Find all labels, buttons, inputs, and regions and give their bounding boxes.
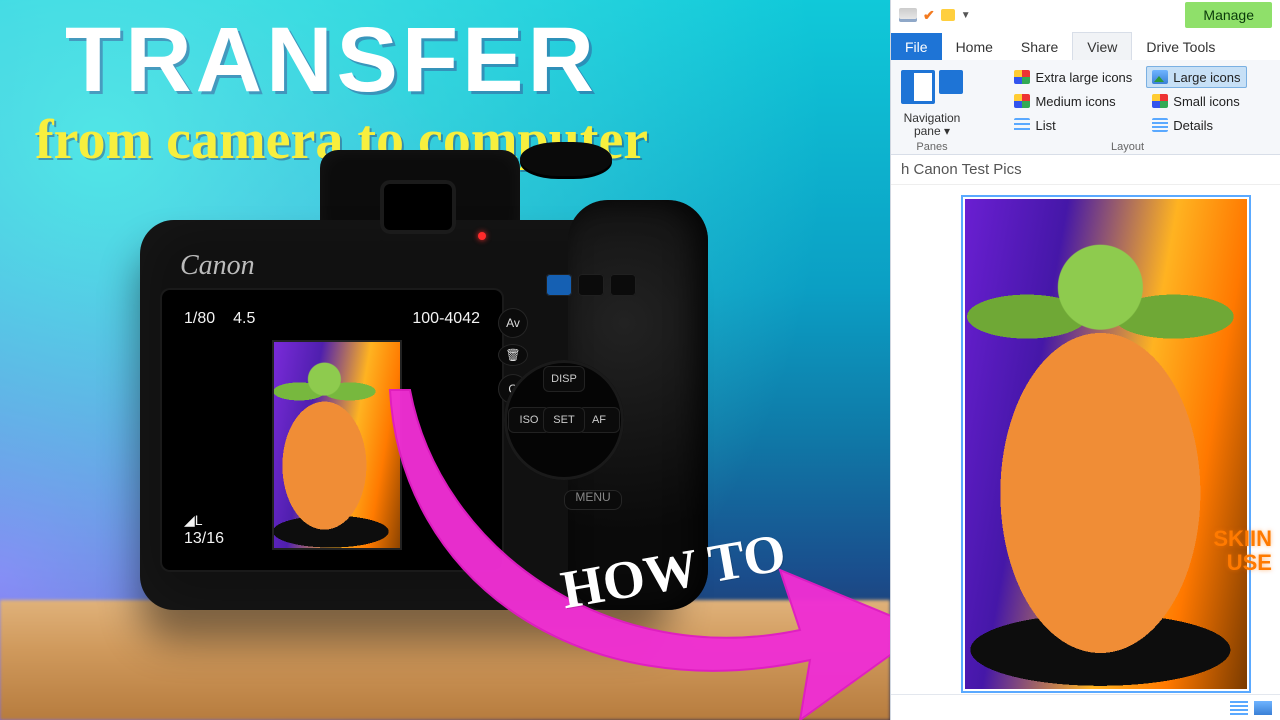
list-icon [1014, 118, 1030, 132]
headline-title: TRANSFER [65, 14, 598, 106]
tab-home[interactable]: Home [942, 33, 1007, 60]
folder-icon[interactable] [941, 9, 955, 21]
group-label-layout: Layout [1111, 141, 1144, 153]
explorer-quick-access-toolbar: ✔ ▼ Manage [891, 0, 1280, 30]
file-thumbnail[interactable] [961, 195, 1251, 693]
osd-quality: L [195, 512, 203, 528]
camera-brand-logo: Canon [180, 250, 255, 282]
extra-large-icons-icon [1014, 70, 1030, 84]
layout-md-label: Medium icons [1035, 94, 1115, 109]
osd-aperture: 4.5 [233, 310, 255, 328]
disp-button: DISP [543, 366, 585, 392]
file-explorer-window: ✔ ▼ Manage File Home Share View Drive To… [890, 0, 1280, 720]
tab-view[interactable]: View [1072, 32, 1132, 60]
explorer-content-area: SKIIN USE [891, 185, 1280, 720]
group-label-panes: Panes [916, 141, 947, 153]
menu-button: MENU [564, 490, 622, 510]
layout-extra-large-icons[interactable]: Extra large icons [1008, 66, 1138, 88]
details-icon [1152, 118, 1168, 132]
ribbon-group-layout: Extra large icons Large icons Medium ico… [981, 66, 1274, 152]
layout-details[interactable]: Details [1146, 114, 1246, 136]
explorer-status-bar [891, 694, 1280, 720]
zoom-out-icon [578, 274, 604, 296]
navigation-pane-label-2[interactable]: pane ▾ [914, 124, 950, 138]
layout-large-icons[interactable]: Large icons [1146, 66, 1246, 88]
layout-list-label: List [1035, 118, 1055, 133]
thumbnails-view-icon[interactable] [1254, 701, 1272, 715]
photo-background-text: SKIIN USE [1213, 527, 1272, 575]
osd-image-number: 100-4042 [412, 310, 480, 328]
layout-list[interactable]: List [1008, 114, 1138, 136]
bg-text-1: SKIIN [1213, 527, 1272, 551]
layout-small-icons[interactable]: Small icons [1146, 90, 1246, 112]
layout-lg-label: Large icons [1173, 70, 1240, 85]
tab-share[interactable]: Share [1007, 33, 1072, 60]
medium-icons-icon [1014, 94, 1030, 108]
chevron-down-icon[interactable]: ▼ [961, 10, 971, 21]
navigation-pane-icon[interactable] [901, 70, 935, 104]
camera-lcd: 1/80 4.5 100-4042 ◢L 13/16 [162, 290, 502, 570]
ribbon-group-panes: Navigation pane ▾ Panes [897, 66, 967, 152]
tab-drive-tools[interactable]: Drive Tools [1132, 33, 1229, 60]
bg-text-2: USE [1213, 551, 1272, 575]
manage-tab[interactable]: Manage [1185, 2, 1272, 28]
camera: Canon 1/80 4.5 100-4042 ◢L 13/16 [100, 160, 700, 620]
thumbnail-image [965, 199, 1247, 689]
camera-top-icons [546, 274, 636, 296]
camera-record-led-icon [478, 232, 486, 240]
av-button: Av [498, 308, 528, 338]
camera-viewfinder [380, 180, 456, 234]
tab-file[interactable]: File [891, 33, 942, 60]
check-icon[interactable]: ✔ [923, 7, 935, 24]
details-view-icon[interactable] [1230, 701, 1248, 715]
small-icons-icon [1152, 94, 1168, 108]
osd-shutter: 1/80 [184, 310, 215, 328]
trash-icon: 🗑 [498, 344, 528, 366]
layout-sm-label: Small icons [1173, 94, 1239, 109]
layout-medium-icons[interactable]: Medium icons [1008, 90, 1138, 112]
layout-xl-label: Extra large icons [1035, 70, 1132, 85]
layout-details-label: Details [1173, 118, 1213, 133]
set-button: SET [543, 407, 585, 433]
osd-frame-counter: 13/16 [184, 529, 224, 550]
camera-mode-dial [520, 142, 612, 176]
zoom-in-icon [610, 274, 636, 296]
drive-icon[interactable] [899, 8, 917, 22]
ribbon: Navigation pane ▾ Panes Extra large icon… [891, 60, 1280, 155]
preview-pane-icon[interactable] [939, 70, 963, 94]
navigation-pane-label-1[interactable]: Navigation [904, 111, 961, 125]
camera-control-wheel: DISP ISO AF SET [504, 360, 624, 480]
grid-icon [546, 274, 572, 296]
large-icons-icon [1152, 70, 1168, 84]
breadcrumb[interactable]: h Canon Test Pics [891, 155, 1280, 185]
ribbon-tabs: File Home Share View Drive Tools [891, 30, 1280, 60]
